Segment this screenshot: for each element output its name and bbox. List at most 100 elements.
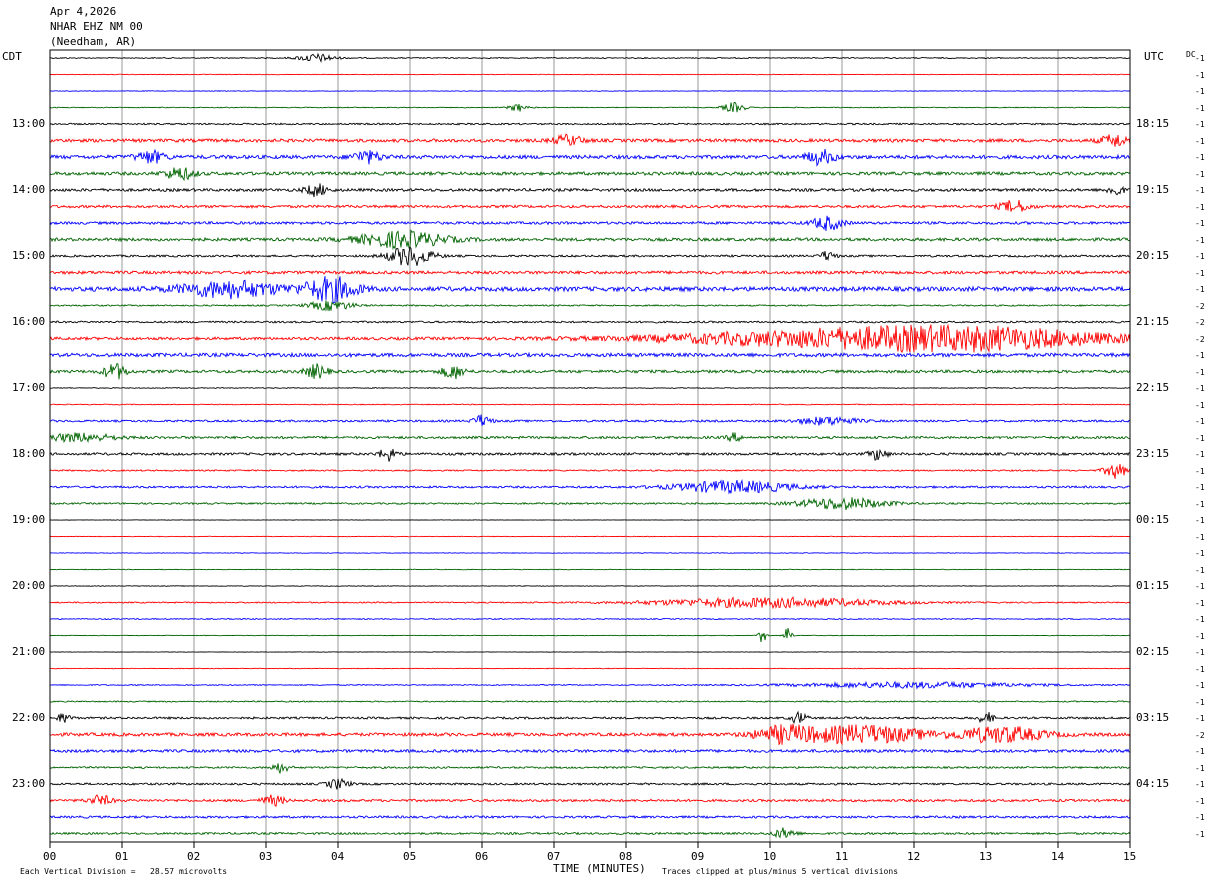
seismic-trace-34: [49, 617, 1131, 621]
trace-offset-label: -1: [1195, 70, 1205, 80]
trace-offset-label: -1: [1195, 829, 1205, 839]
seismic-trace-0: [49, 52, 1131, 63]
trace-offset-label: -1: [1195, 153, 1205, 162]
trace-offset-label: -1: [1195, 714, 1205, 723]
seismic-trace-15: [49, 300, 1131, 312]
right-time-label: 19:15: [1136, 183, 1170, 196]
seismic-trace-30: [49, 552, 1130, 554]
trace-offset-label: -1: [1195, 136, 1205, 146]
seismic-trace-23: [49, 432, 1131, 444]
x-tick-label: 04: [331, 850, 345, 863]
trace-offset-label: -1: [1195, 648, 1205, 657]
right-time-label: 03:15: [1136, 711, 1170, 724]
x-tick-label: 09: [691, 850, 705, 863]
left-time-label: 17:00: [12, 381, 46, 394]
seismic-trace-7: [49, 167, 1131, 182]
seismic-trace-46: [49, 814, 1131, 820]
trace-offset-label: -1: [1195, 384, 1205, 393]
seismic-trace-14: [49, 276, 1131, 304]
trace-offset-label: -1: [1195, 252, 1205, 261]
right-time-label: 23:15: [1136, 447, 1170, 460]
trace-offset-label: -1: [1195, 367, 1205, 377]
seismic-trace-5: [49, 133, 1131, 147]
seismic-trace-27: [49, 496, 1131, 511]
footer-clip-note: Traces clipped at plus/minus 5 vertical …: [662, 867, 899, 876]
trace-offset-label: -1: [1195, 549, 1205, 558]
seismic-trace-3: [49, 101, 1131, 113]
seismic-trace-43: [49, 763, 1131, 774]
header-date: Apr 4,2026: [50, 5, 117, 18]
seismic-trace-1: [49, 73, 1131, 76]
seismic-trace-37: [50, 667, 1131, 670]
seismic-trace-20: [49, 387, 1131, 389]
seismic-trace-6: [49, 148, 1131, 167]
seismic-trace-12: [50, 245, 1131, 266]
seismic-trace-33: [49, 596, 1131, 610]
seismic-trace-17: [49, 323, 1131, 354]
x-tick-label: 13: [979, 850, 993, 863]
trace-offset-label: -1: [1195, 681, 1205, 690]
seismic-trace-22: [49, 414, 1131, 427]
right-time-label: 01:15: [1136, 579, 1170, 592]
trace-offset-label: -1: [1195, 202, 1205, 212]
trace-offset-label: -1: [1195, 268, 1205, 278]
trace-offset-label: -1: [1195, 565, 1205, 575]
left-zone-label: CDT: [2, 50, 22, 63]
x-tick-label: 02: [187, 850, 201, 863]
trace-offset-label: -2: [1195, 730, 1205, 740]
seismic-trace-38: [49, 680, 1131, 690]
trace-offset-label: -1: [1195, 598, 1205, 608]
x-tick-label: 05: [403, 850, 417, 863]
x-tick-label: 00: [43, 850, 57, 863]
seismic-trace-41: [49, 723, 1131, 746]
seismic-trace-44: [49, 777, 1131, 790]
trace-offset-label: -1: [1195, 400, 1205, 410]
trace-offset-label: -1: [1195, 417, 1205, 426]
trace-offset-label: -1: [1195, 351, 1205, 360]
header-station: NHAR EHZ NM 00: [50, 20, 143, 33]
trace-offset-label: -1: [1195, 763, 1205, 773]
left-time-label: 23:00: [12, 777, 46, 790]
trace-offset-label: -1: [1195, 499, 1205, 509]
x-axis-ticks: [49, 842, 1131, 848]
x-tick-label: 10: [763, 850, 777, 863]
trace-offset-label: -1: [1195, 169, 1205, 179]
right-time-label: 21:15: [1136, 315, 1170, 328]
seismic-trace-4: [49, 122, 1131, 126]
trace-offset-label: -1: [1195, 466, 1205, 476]
trace-offset-label: -2: [1195, 301, 1205, 311]
seismic-trace-10: [49, 215, 1131, 231]
x-tick-label: 06: [475, 850, 489, 863]
seismic-trace-9: [49, 200, 1131, 212]
trace-offset-label: -1: [1195, 664, 1205, 674]
trace-offset-label: -1: [1195, 532, 1205, 542]
trace-offset-label: -1: [1195, 285, 1205, 294]
right-zone-label: UTC: [1144, 50, 1164, 63]
trace-offset-label: -1: [1195, 516, 1205, 525]
seismic-traces: [49, 52, 1131, 839]
trace-offset-label: -1: [1195, 697, 1205, 707]
left-time-label: 22:00: [12, 711, 46, 724]
x-tick-label: 11: [835, 850, 849, 863]
seismic-trace-16: [49, 320, 1131, 324]
trace-offset-label: -1: [1195, 615, 1205, 624]
left-time-label: 19:00: [12, 513, 46, 526]
left-time-label: 20:00: [12, 579, 46, 592]
x-tick-label: 01: [115, 850, 129, 863]
trace-offset-label: -1: [1195, 235, 1205, 245]
header-location: (Needham, AR): [50, 35, 137, 48]
trace-offset-label: -1: [1195, 120, 1205, 129]
right-time-label: 22:15: [1136, 381, 1170, 394]
seismic-trace-32: [50, 585, 1131, 587]
footer-scale-note: Each Vertical Division = 28.57 microvolt…: [20, 867, 228, 876]
seismic-trace-11: [49, 228, 1131, 251]
seismic-trace-45: [49, 794, 1131, 807]
right-time-label: 00:15: [1136, 513, 1170, 526]
x-tick-label: 14: [1051, 850, 1065, 863]
right-time-label: 04:15: [1136, 777, 1170, 790]
helicorder-plot: [49, 49, 1131, 848]
trace-offset-label: -1: [1195, 483, 1205, 492]
seismic-trace-24: [49, 448, 1131, 462]
trace-offset-label: -1: [1195, 780, 1205, 789]
trace-offset-label: -1: [1195, 87, 1205, 96]
